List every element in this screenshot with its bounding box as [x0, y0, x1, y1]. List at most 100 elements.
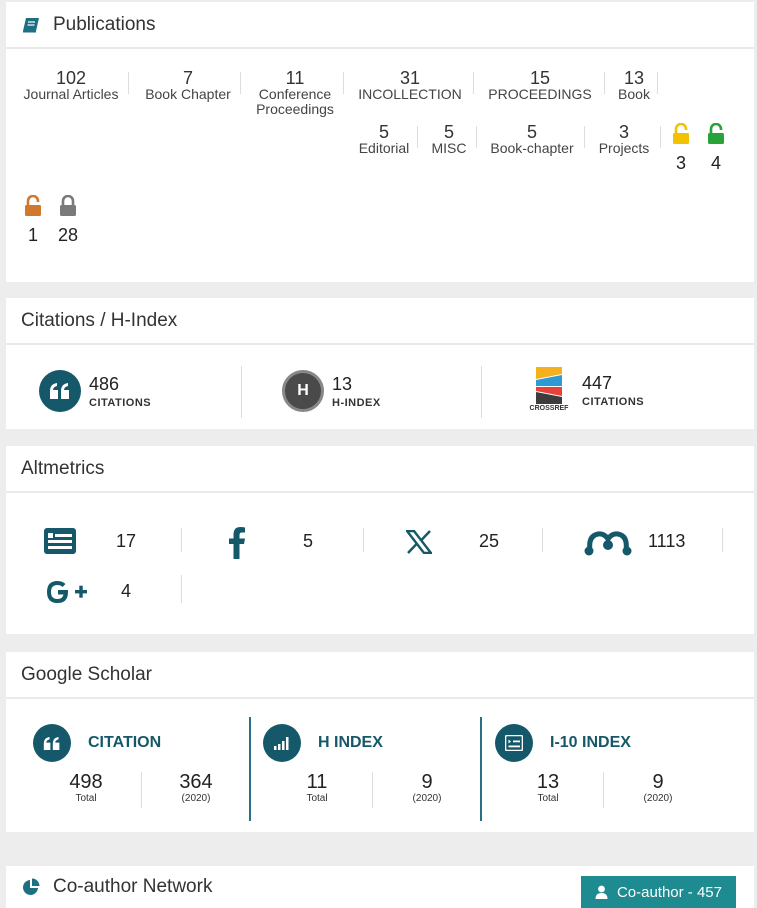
value-label: (2020) — [181, 793, 211, 804]
facebook-icon — [229, 527, 245, 559]
green-open-access[interactable]: 4 — [705, 122, 727, 174]
stat-label: Projects — [598, 140, 650, 156]
publications-title: Publications — [53, 13, 156, 35]
divider — [128, 72, 129, 94]
altmetrics-panel: Altmetrics 17 5 25 1113 4 — [6, 446, 754, 634]
google-scholar-header: Google Scholar — [6, 652, 754, 699]
stat-number: 3 — [618, 122, 629, 142]
value: 13 — [536, 771, 560, 793]
coauthor-button-label: Co-author - 457 — [616, 883, 722, 901]
altmetric-facebook[interactable] — [228, 525, 246, 559]
stat-number: 15 — [529, 68, 551, 88]
altmetric-news[interactable] — [44, 528, 76, 554]
coauthor-button[interactable]: Co-author - 457 — [580, 876, 736, 908]
divider — [241, 366, 242, 418]
h-index-stat[interactable]: H 13 H-INDEX — [282, 370, 381, 412]
scholar-h-index-title: H INDEX — [318, 734, 383, 751]
quote-icon — [33, 724, 71, 762]
stat-misc[interactable]: 5 MISC — [426, 123, 472, 156]
coauthor-network-panel: Co-author Network Co-author - 457 — [6, 866, 754, 908]
list-box-icon — [495, 724, 533, 762]
stat-conference-proceedings[interactable]: 11 Conference Proceedings — [250, 68, 340, 117]
mendeley-icon — [584, 531, 632, 556]
stat-number: 31 — [399, 68, 421, 88]
crossref-label: CITATIONS — [582, 395, 645, 408]
stat-label: Conference Proceedings — [256, 86, 334, 117]
green-open-lock-icon — [708, 122, 724, 144]
divider — [657, 72, 658, 94]
divider — [603, 772, 604, 808]
stat-projects[interactable]: 3 Projects — [592, 122, 656, 156]
value: 9 — [652, 771, 664, 793]
divider — [476, 126, 477, 148]
stat-proceedings[interactable]: 15 PROCEEDINGS — [484, 68, 596, 102]
h-index-count: 13 — [332, 373, 353, 394]
stat-book[interactable]: 13 Book — [612, 68, 656, 102]
h-index-icon: H — [282, 370, 324, 412]
divider — [343, 72, 344, 94]
stat-editorial[interactable]: 5 Editorial — [354, 123, 414, 156]
altmetric-google-plus[interactable] — [46, 579, 92, 605]
coauthor-network-title: Co-author Network — [53, 876, 213, 897]
stat-label: Journal Articles — [23, 86, 119, 102]
stat-number: 5 — [526, 122, 537, 142]
user-icon — [595, 885, 608, 899]
pie-chart-icon — [21, 877, 41, 897]
stat-number: 11 — [285, 68, 305, 88]
stat-number: 13 — [623, 68, 645, 88]
scholar-h-index-heading: H INDEX — [263, 724, 383, 762]
lock-count: 3 — [675, 153, 686, 173]
publications-panel: Publications 102 Journal Articles 7 Book… — [6, 2, 754, 282]
divider — [481, 366, 482, 418]
stat-label: Book Chapter — [145, 86, 231, 102]
citations-header: Citations / H-Index — [6, 298, 754, 345]
stat-incollection[interactable]: 31 INCOLLECTION — [352, 68, 468, 102]
gold-open-access[interactable]: 3 — [670, 122, 692, 174]
altmetric-facebook-count: 5 — [303, 531, 314, 551]
altmetrics-title: Altmetrics — [21, 457, 105, 479]
altmetric-mendeley[interactable] — [584, 530, 632, 556]
divider — [240, 72, 241, 94]
section-divider — [249, 717, 251, 821]
lock-count: 1 — [27, 225, 38, 245]
publications-header: Publications — [6, 2, 754, 49]
divider — [372, 772, 373, 808]
value-label: Total — [75, 793, 97, 804]
closed-access[interactable]: 28 — [54, 194, 82, 246]
divider — [660, 126, 661, 148]
stat-number: 102 — [55, 68, 87, 88]
lock-count: 28 — [57, 225, 79, 245]
citations-panel: Citations / H-Index 486 CITATIONS H 13 H… — [6, 298, 754, 429]
divider — [604, 72, 605, 94]
divider — [473, 72, 474, 94]
stat-book-chapter[interactable]: 7 Book Chapter — [138, 69, 238, 102]
citations-stat[interactable]: 486 CITATIONS — [39, 370, 151, 412]
divider — [181, 575, 182, 603]
crossref-logo-text: CROSSREF — [529, 405, 569, 412]
signal-bars-icon — [263, 724, 301, 762]
stat-book-chapter-alt[interactable]: 5 Book-chapter — [484, 122, 580, 156]
citations-label: CITATIONS — [89, 396, 152, 409]
value: 498 — [69, 771, 103, 793]
google-scholar-panel: Google Scholar CITATION 498 Total 364 (2… — [6, 652, 754, 832]
quote-icon — [39, 370, 81, 412]
stat-journal-articles[interactable]: 102 Journal Articles — [16, 68, 126, 102]
altmetric-x[interactable] — [406, 530, 432, 554]
google-scholar-title: Google Scholar — [21, 663, 152, 685]
stat-label: Book-chapter — [490, 140, 574, 156]
lock-count: 4 — [710, 153, 721, 173]
divider — [181, 528, 182, 552]
scholar-h-index-total: 11 Total — [277, 771, 357, 804]
altmetric-x-count: 25 — [479, 531, 500, 551]
scholar-i10-index-recent: 9 (2020) — [618, 771, 698, 804]
stat-label: Editorial — [358, 140, 410, 156]
news-icon — [44, 528, 76, 554]
gold-open-lock-icon — [673, 122, 689, 144]
citations-count: 486 — [89, 373, 120, 394]
bronze-open-access[interactable]: 1 — [22, 194, 44, 246]
stat-label: INCOLLECTION — [358, 86, 462, 102]
crossref-stat[interactable]: CROSSREF 447 CITATIONS — [526, 366, 644, 414]
value: 11 — [306, 771, 328, 793]
altmetric-news-count: 17 — [116, 531, 137, 551]
h-badge-text: H — [297, 382, 309, 399]
